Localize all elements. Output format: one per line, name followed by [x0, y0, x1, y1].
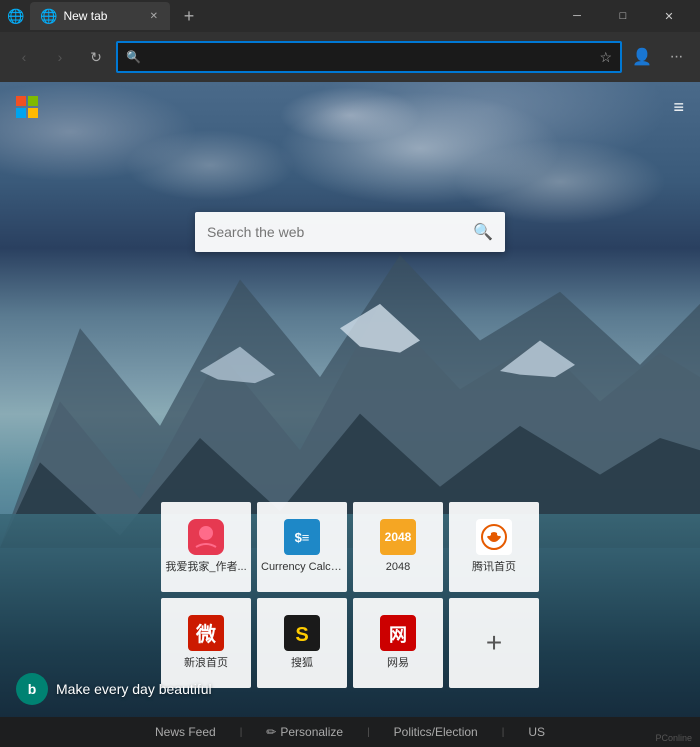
tile-2048-icon: 2048	[380, 519, 416, 555]
bing-slogan: Make every day beautiful	[56, 681, 212, 697]
svg-text:网: 网	[389, 625, 407, 645]
tile-2048-label: 2048	[386, 561, 410, 574]
minimize-button[interactable]: ─	[554, 0, 600, 32]
ms-logo-blue	[16, 108, 26, 118]
new-tab-button[interactable]: +	[176, 3, 202, 29]
settings-more-button[interactable]: ···	[660, 41, 692, 73]
forward-button[interactable]: ›	[44, 41, 76, 73]
footer-us[interactable]: US	[528, 725, 545, 739]
bing-bar: b Make every day beautiful	[16, 673, 212, 705]
browser-icon: 🌐	[8, 8, 24, 24]
bing-letter: b	[28, 681, 37, 697]
footer-divider-1: |	[240, 727, 243, 738]
tile-currency-label: Currency Calcu...	[261, 561, 343, 574]
bing-logo: b	[16, 673, 48, 705]
tile-tencent-icon	[476, 519, 512, 555]
url-input[interactable]	[147, 50, 593, 65]
page-top-bar: ≡	[0, 82, 700, 132]
tile-woaiwojia-label: 我爱我家_作者...	[165, 561, 246, 574]
search-container: 🔍	[195, 212, 505, 252]
tile-woaiwojia[interactable]: 我爱我家_作者...	[161, 502, 251, 592]
personalize-label: Personalize	[280, 725, 343, 739]
search-input[interactable]	[207, 224, 465, 240]
url-search-icon: 🔍	[126, 50, 141, 64]
tile-add[interactable]: +	[449, 598, 539, 688]
pcol-watermark: PConline	[655, 733, 692, 743]
restore-button[interactable]: □	[600, 0, 646, 32]
add-site-icon: +	[486, 627, 502, 659]
tile-netease-label: 网易	[387, 657, 409, 670]
address-bar-actions: 👤 ···	[626, 41, 692, 73]
footer-divider-2: |	[367, 727, 370, 738]
tab-title: New tab	[63, 9, 141, 23]
svg-text:S: S	[295, 624, 308, 646]
tile-netease[interactable]: 网 网易	[353, 598, 443, 688]
url-box[interactable]: 🔍 ☆	[116, 41, 622, 73]
tile-sohu[interactable]: S 搜狐	[257, 598, 347, 688]
back-button[interactable]: ‹	[8, 41, 40, 73]
tile-currency-icon: $≡	[284, 519, 320, 555]
tile-sina-icon: 微	[188, 615, 224, 651]
search-box[interactable]: 🔍	[195, 212, 505, 252]
active-tab[interactable]: 🌐 New tab ✕	[30, 2, 170, 30]
address-bar: ‹ › ↻ 🔍 ☆ 👤 ···	[0, 32, 700, 82]
refresh-button[interactable]: ↻	[80, 41, 112, 73]
svg-text:微: 微	[195, 622, 216, 646]
footer-personalize[interactable]: ✏ Personalize	[266, 725, 343, 739]
tab-close-button[interactable]: ✕	[148, 9, 160, 24]
search-button-icon[interactable]: 🔍	[473, 222, 493, 242]
footer-news-feed[interactable]: News Feed	[155, 725, 216, 739]
title-bar: 🌐 🌐 New tab ✕ + ─ □ ✕	[0, 0, 700, 32]
tile-netease-icon: 网	[380, 615, 416, 651]
hamburger-menu-icon[interactable]: ≡	[673, 97, 684, 118]
tile-tencent[interactable]: 腾讯首页	[449, 502, 539, 592]
ms-logo-yellow	[28, 108, 38, 118]
window-controls: ─ □ ✕	[554, 0, 692, 32]
tile-woaiwojia-icon	[188, 519, 224, 555]
ms-logo-green	[28, 96, 38, 106]
bookmark-star-icon[interactable]: ☆	[599, 49, 612, 66]
tile-currency[interactable]: $≡ Currency Calcu...	[257, 502, 347, 592]
tile-sina-label: 新浪首页	[184, 657, 228, 670]
tile-2048[interactable]: 2048 2048	[353, 502, 443, 592]
tile-sohu-label: 搜狐	[291, 657, 313, 670]
quick-links-grid: 我爱我家_作者... $≡ Currency Calcu... 2048 204…	[161, 502, 539, 688]
new-tab-page: ≡ 🔍 我爱我家_作者... $≡ Currency Calcu... 2048…	[0, 82, 700, 747]
footer-politics[interactable]: Politics/Election	[394, 725, 478, 739]
tab-favicon: 🌐	[40, 8, 57, 25]
tile-tencent-label: 腾讯首页	[472, 561, 516, 574]
user-profile-button[interactable]: 👤	[626, 41, 658, 73]
footer-divider-3: |	[502, 727, 505, 738]
close-button[interactable]: ✕	[646, 0, 692, 32]
personalize-icon: ✏	[266, 725, 276, 739]
tile-sohu-icon: S	[284, 615, 320, 651]
footer-nav: News Feed | ✏ Personalize | Politics/Ele…	[0, 717, 700, 747]
ms-logo-red	[16, 96, 26, 106]
microsoft-logo	[16, 96, 38, 118]
